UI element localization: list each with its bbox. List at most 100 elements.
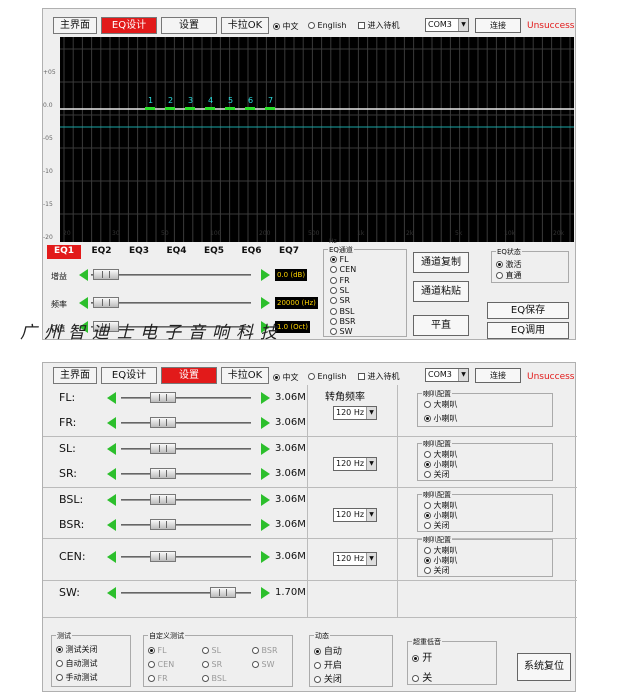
custom-bsr-radio[interactable]: BSR: [252, 646, 278, 655]
band-marker-7[interactable]: 7: [268, 96, 273, 105]
eq-tab-7[interactable]: EQ7: [272, 245, 306, 259]
channel-copy-button[interactable]: 通道复制: [413, 252, 469, 273]
eq-tab-6[interactable]: EQ6: [235, 245, 269, 259]
level-increase-icon[interactable]: [261, 587, 270, 599]
system-reset-button[interactable]: 系统复位: [517, 653, 571, 681]
eq-tab-2[interactable]: EQ2: [85, 245, 119, 259]
lang-chinese-radio[interactable]: 中文: [273, 21, 299, 32]
level-increase-icon[interactable]: [261, 392, 270, 404]
level-slider-thumb[interactable]: [150, 443, 176, 454]
freq-increase-icon[interactable]: [261, 297, 270, 309]
custom-cen-radio[interactable]: CEN: [148, 660, 174, 669]
gain-slider-thumb[interactable]: [93, 269, 119, 280]
band-marker-4[interactable]: 4: [208, 96, 213, 105]
level-increase-icon[interactable]: [261, 551, 270, 563]
tab-karaoke[interactable]: 卡拉OK: [221, 367, 269, 384]
level-decrease-icon[interactable]: [107, 392, 116, 404]
connect-button[interactable]: 连接: [475, 18, 521, 33]
crossover-select[interactable]: 120 Hz ▼: [333, 406, 377, 420]
gain-decrease-icon[interactable]: [79, 269, 88, 281]
level-decrease-icon[interactable]: [107, 443, 116, 455]
band-handle[interactable]: [225, 107, 235, 110]
level-slider-thumb[interactable]: [150, 417, 176, 428]
eq-response-plot[interactable]: 1 2 3 4 5 6 7: [60, 37, 574, 242]
band-marker-5[interactable]: 5: [228, 96, 233, 105]
channel-radio-cen[interactable]: CEN: [330, 265, 356, 274]
eq-tab-5[interactable]: EQ5: [197, 245, 231, 259]
custom-sr-radio[interactable]: SR: [202, 660, 222, 669]
freq-slider-thumb[interactable]: [93, 297, 119, 308]
speaker-large-radio[interactable]: 大喇叭: [424, 399, 458, 410]
level-decrease-icon[interactable]: [107, 417, 116, 429]
level-increase-icon[interactable]: [261, 519, 270, 531]
channel-radio-fr[interactable]: FR: [330, 276, 350, 285]
level-slider-thumb[interactable]: [150, 551, 176, 562]
level-increase-icon[interactable]: [261, 494, 270, 506]
band-handle[interactable]: [145, 107, 155, 110]
port-select[interactable]: COM3 ▼: [425, 18, 469, 32]
test-manual-radio[interactable]: 手动测试: [56, 672, 98, 683]
tab-eq-design[interactable]: EQ设计: [101, 17, 157, 34]
standby-checkbox[interactable]: 进入待机: [358, 20, 400, 31]
level-increase-icon[interactable]: [261, 417, 270, 429]
standby-checkbox[interactable]: 进入待机: [358, 371, 400, 382]
level-slider-thumb[interactable]: [150, 519, 176, 530]
speaker-off-radio[interactable]: 关闭: [424, 469, 450, 480]
custom-sl-radio[interactable]: SL: [202, 646, 221, 655]
tab-main[interactable]: 主界面: [53, 17, 97, 34]
level-slider-thumb[interactable]: [150, 494, 176, 505]
custom-bsl-radio[interactable]: BSL: [202, 674, 226, 683]
level-slider-thumb[interactable]: [150, 392, 176, 403]
lang-english-radio[interactable]: English: [308, 372, 346, 381]
band-marker-6[interactable]: 6: [248, 96, 253, 105]
channel-radio-bsr[interactable]: BSR: [330, 317, 356, 326]
crossover-select[interactable]: 120 Hz ▼: [333, 457, 377, 471]
level-decrease-icon[interactable]: [107, 494, 116, 506]
eq-state-active-radio[interactable]: 激活: [496, 259, 522, 270]
level-decrease-icon[interactable]: [107, 587, 116, 599]
band-handle[interactable]: [165, 107, 175, 110]
eq-save-button[interactable]: EQ保存: [487, 302, 569, 319]
speaker-off-radio[interactable]: 关闭: [424, 565, 450, 576]
dynamic-on-radio[interactable]: 开启: [314, 658, 342, 671]
eq-tab-4[interactable]: EQ4: [160, 245, 194, 259]
subwoofer-off-radio[interactable]: 关: [412, 669, 432, 684]
level-slider-thumb[interactable]: [150, 468, 176, 479]
band-marker-1[interactable]: 1: [148, 96, 153, 105]
freq-decrease-icon[interactable]: [79, 297, 88, 309]
level-decrease-icon[interactable]: [107, 468, 116, 480]
custom-sw-radio[interactable]: SW: [252, 660, 275, 669]
level-decrease-icon[interactable]: [107, 519, 116, 531]
test-off-radio[interactable]: 测试关闭: [56, 644, 98, 655]
port-select[interactable]: COM3 ▼: [425, 368, 469, 382]
band-marker-3[interactable]: 3: [188, 96, 193, 105]
level-slider-thumb[interactable]: [210, 587, 236, 598]
connect-button[interactable]: 连接: [475, 368, 521, 383]
dynamic-off-radio[interactable]: 关闭: [314, 672, 342, 685]
tab-karaoke[interactable]: 卡拉OK: [221, 17, 269, 34]
band-handle[interactable]: [205, 107, 215, 110]
eq-tab-3[interactable]: EQ3: [122, 245, 156, 259]
lang-english-radio[interactable]: English: [308, 21, 346, 30]
eq-tab-1[interactable]: EQ1: [47, 245, 81, 259]
test-auto-radio[interactable]: 自动测试: [56, 658, 98, 669]
gain-increase-icon[interactable]: [261, 269, 270, 281]
level-increase-icon[interactable]: [261, 443, 270, 455]
band-handle[interactable]: [185, 107, 195, 110]
band-handle[interactable]: [245, 107, 255, 110]
level-decrease-icon[interactable]: [107, 551, 116, 563]
channel-paste-button[interactable]: 通道粘贴: [413, 281, 469, 302]
tab-main[interactable]: 主界面: [53, 367, 97, 384]
speaker-off-radio[interactable]: 关闭: [424, 520, 450, 531]
custom-fl-radio[interactable]: FL: [148, 646, 167, 655]
custom-fr-radio[interactable]: FR: [148, 674, 168, 683]
dynamic-auto-radio[interactable]: 自动: [314, 644, 342, 657]
flat-button[interactable]: 平直: [413, 315, 469, 336]
channel-radio-bsl[interactable]: BSL: [330, 307, 354, 316]
level-increase-icon[interactable]: [261, 468, 270, 480]
tab-eq-design[interactable]: EQ设计: [101, 367, 157, 384]
channel-radio-fl[interactable]: FL: [330, 255, 349, 264]
speaker-small-radio[interactable]: 小喇叭: [424, 413, 458, 424]
channel-radio-sl[interactable]: SL: [330, 286, 349, 295]
eq-load-button[interactable]: EQ调用: [487, 322, 569, 339]
